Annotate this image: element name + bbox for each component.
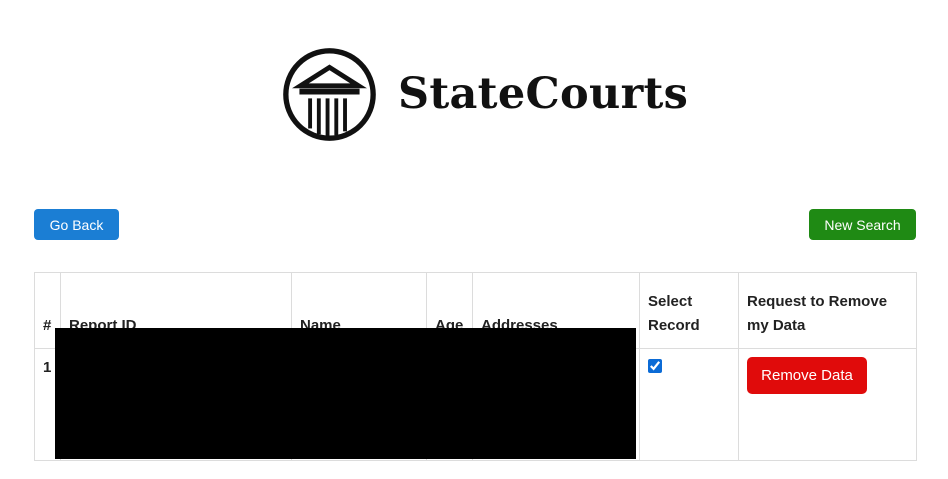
header-request-remove: Request to Remove my Data	[738, 272, 917, 349]
courthouse-pillars-icon	[283, 48, 376, 141]
redaction-block	[55, 328, 636, 459]
select-record-checkbox[interactable]	[648, 359, 662, 373]
header-select-record: Select Record	[639, 272, 739, 349]
brand-logo: StateCourts	[281, 46, 688, 143]
brand-name: StateCourts	[398, 69, 689, 119]
remove-data-button[interactable]: Remove Data	[747, 357, 867, 394]
row-select-cell	[639, 348, 739, 461]
new-search-button[interactable]: New Search	[809, 209, 916, 240]
go-back-button[interactable]: Go Back	[34, 209, 119, 240]
row-remove-cell: Remove Data	[738, 348, 917, 461]
